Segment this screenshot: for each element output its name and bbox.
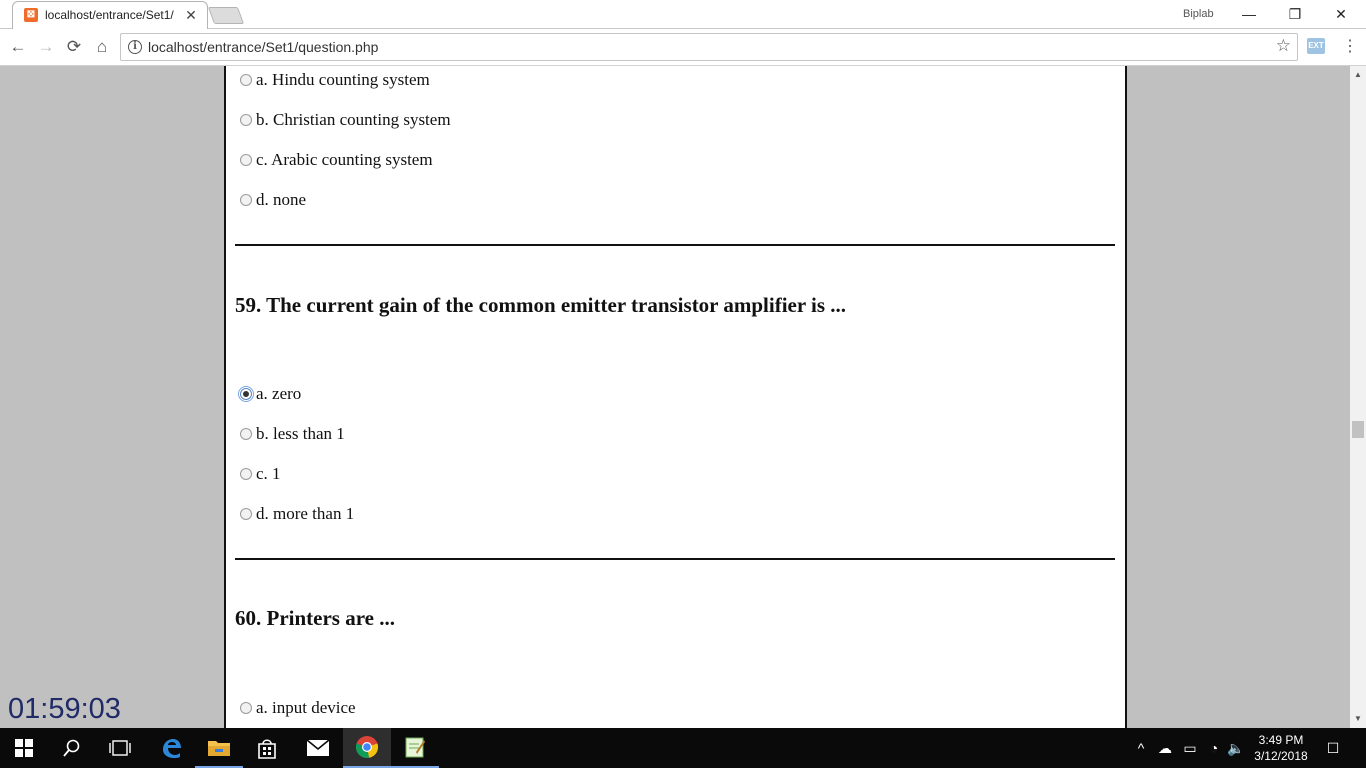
info-icon[interactable]: i <box>128 40 142 54</box>
radio-button[interactable] <box>240 428 252 440</box>
option-label: b. less than 1 <box>256 424 345 443</box>
restore-button[interactable]: ❐ <box>1273 3 1317 25</box>
vertical-scrollbar[interactable]: ▲ ▼ <box>1350 66 1366 728</box>
minimize-button[interactable]: — <box>1227 3 1271 25</box>
mail-envelope-icon <box>306 739 330 756</box>
volume-icon[interactable]: 🔈 <box>1226 739 1246 757</box>
back-arrow-icon[interactable]: ← <box>7 36 29 58</box>
radio-button[interactable] <box>240 702 252 714</box>
option-q59-d[interactable]: d. more than 1 <box>240 503 354 525</box>
clock-date: 3/12/2018 <box>1254 749 1308 763</box>
scrollbar-thumb[interactable] <box>1352 421 1364 438</box>
option-q58-b[interactable]: b. Christian counting system <box>240 109 451 131</box>
new-tab-button[interactable] <box>207 7 245 24</box>
option-q59-a[interactable]: a. zero <box>238 383 302 405</box>
edge-taskbar-button[interactable] <box>147 728 195 768</box>
option-label: a. Hindu counting system <box>256 70 430 89</box>
question-divider <box>235 244 1115 246</box>
extension-icon[interactable]: EXT <box>1307 38 1325 54</box>
clock-time: 3:49 PM <box>1258 733 1304 747</box>
radio-button[interactable] <box>240 194 252 206</box>
browser-menu-icon[interactable]: ⋮ <box>1342 36 1358 58</box>
search-button[interactable] <box>48 728 96 768</box>
start-button[interactable] <box>0 728 48 768</box>
tray-overflow-chevron-icon[interactable]: ^ <box>1133 739 1149 757</box>
option-label: d. more than 1 <box>256 504 355 523</box>
onedrive-cloud-icon[interactable]: ☁ <box>1155 739 1175 757</box>
edge-icon <box>163 739 181 758</box>
wifi-icon[interactable]: ◔ <box>1205 739 1223 757</box>
option-q59-b[interactable]: b. less than 1 <box>240 423 345 445</box>
bookmark-star-icon[interactable]: ☆ <box>1276 36 1291 56</box>
option-label: c. 1 <box>256 464 281 483</box>
option-q58-a[interactable]: a. Hindu counting system <box>240 69 430 91</box>
radio-button[interactable] <box>240 74 252 86</box>
reload-icon[interactable]: ⟳ <box>63 36 85 58</box>
radio-button-selected[interactable] <box>238 386 254 402</box>
store-taskbar-button[interactable] <box>243 728 291 768</box>
battery-icon[interactable]: ▭ <box>1181 739 1199 757</box>
browser-tab[interactable]: ⊠ localhost/entrance/Set1/ ✕ <box>12 1 208 29</box>
option-label: a. zero <box>256 384 302 403</box>
option-q58-c[interactable]: c. Arabic counting system <box>240 149 433 171</box>
search-icon <box>63 739 80 757</box>
task-view-icon <box>109 740 131 756</box>
windows-taskbar: ^ ☁ ▭ ◔ 🔈 3:49 PM 3/12/2018 ☐ <box>0 728 1366 768</box>
tab-strip: ⊠ localhost/entrance/Set1/ ✕ Biplab — ❐ … <box>0 0 1366 29</box>
option-label: c. Arabic counting system <box>256 150 433 169</box>
browser-toolbar: ← → ⟳ ⌂ i localhost/entrance/Set1/questi… <box>0 29 1366 66</box>
scroll-down-arrow-icon[interactable]: ▼ <box>1353 714 1363 724</box>
question-divider <box>235 558 1115 560</box>
windows-logo-icon <box>15 739 33 757</box>
mail-taskbar-button[interactable] <box>294 728 342 768</box>
option-q58-d[interactable]: d. none <box>240 189 306 211</box>
radio-button[interactable] <box>240 468 252 480</box>
file-explorer-taskbar-button[interactable] <box>195 728 243 768</box>
notepad-plus-taskbar-button[interactable] <box>391 728 439 768</box>
address-bar[interactable]: i localhost/entrance/Set1/question.php ☆ <box>120 33 1298 61</box>
question-title: 60. Printers are ... <box>235 606 395 630</box>
home-icon[interactable]: ⌂ <box>91 36 113 58</box>
store-bag-icon <box>258 739 276 759</box>
tab-title: localhost/entrance/Set1/ <box>45 8 174 22</box>
task-view-button[interactable] <box>96 728 144 768</box>
url-text[interactable]: localhost/entrance/Set1/question.php <box>148 39 378 55</box>
countdown-timer: 01:59:03 <box>8 693 121 725</box>
chrome-taskbar-button[interactable] <box>343 728 391 768</box>
close-window-button[interactable]: ✕ <box>1319 3 1363 25</box>
radio-button[interactable] <box>240 508 252 520</box>
radio-button[interactable] <box>240 114 252 126</box>
tab-close-icon[interactable]: ✕ <box>183 6 199 24</box>
option-label: b. Christian counting system <box>256 110 451 129</box>
system-clock[interactable]: 3:49 PM 3/12/2018 <box>1248 732 1314 764</box>
option-label: d. none <box>256 190 307 209</box>
option-label: a. input device <box>256 698 356 717</box>
forward-arrow-icon[interactable]: → <box>35 36 57 58</box>
xampp-favicon-icon: ⊠ <box>24 8 38 22</box>
notifications-icon[interactable]: ☐ <box>1323 739 1343 757</box>
question-title: 59. The current gain of the common emitt… <box>235 293 847 317</box>
radio-button[interactable] <box>240 154 252 166</box>
profile-name[interactable]: Biplab <box>1183 8 1214 20</box>
page-viewport: a. Hindu counting system b. Christian co… <box>0 66 1350 728</box>
scroll-up-arrow-icon[interactable]: ▲ <box>1353 70 1363 80</box>
quiz-panel: a. Hindu counting system b. Christian co… <box>224 66 1127 728</box>
notepad-plus-icon <box>405 737 425 758</box>
option-q59-c[interactable]: c. 1 <box>240 463 281 485</box>
chrome-icon <box>355 736 379 758</box>
option-q60-a[interactable]: a. input device <box>240 697 356 719</box>
folder-icon <box>208 741 230 756</box>
